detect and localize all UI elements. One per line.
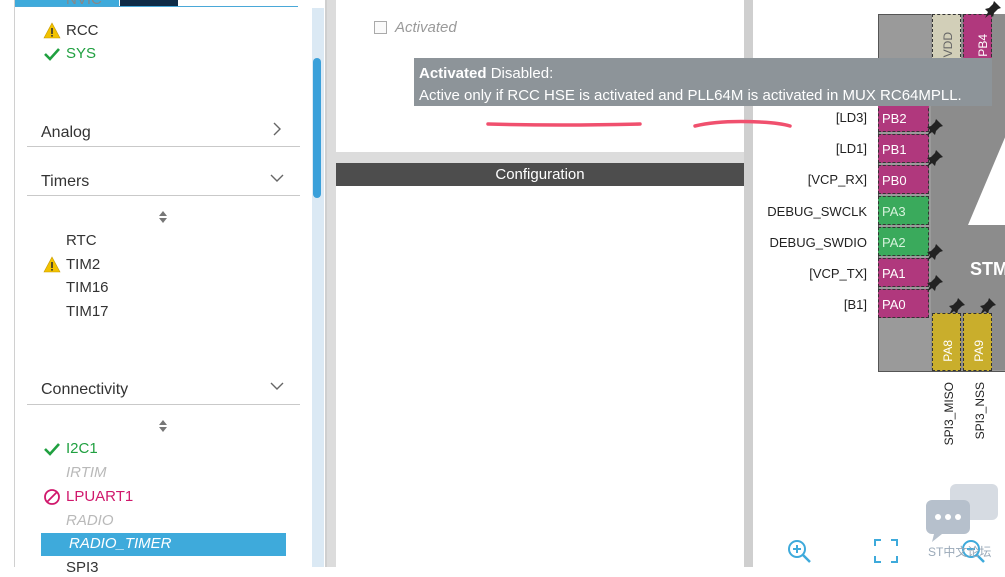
sort-icon[interactable]: [157, 419, 169, 433]
list-item-rcc[interactable]: RCC: [66, 22, 99, 40]
pin-pa2[interactable]: PA2: [878, 227, 929, 256]
pin-pa0-signal: [B1]: [843, 297, 867, 312]
category-divider: [27, 195, 300, 196]
pin-pb4-label: PB4: [976, 34, 990, 57]
list-item-irtim[interactable]: IRTIM: [66, 464, 107, 482]
list-item-nvic[interactable]: NVIC: [66, 0, 102, 9]
sort-icon[interactable]: [157, 210, 169, 224]
pushpin-icon: [927, 275, 943, 292]
pin-pa9-signal: SPI3_NSS: [973, 382, 987, 440]
tooltip-state: Disabled:: [486, 65, 554, 82]
list-item-tim16[interactable]: TIM16: [66, 279, 109, 297]
category-divider: [27, 146, 300, 147]
list-item-radio-timer[interactable]: RADIO_TIMER: [69, 535, 172, 553]
tab-underline: [15, 6, 298, 7]
list-item-radio[interactable]: RADIO: [66, 512, 114, 530]
scrollbar-thumb[interactable]: [313, 58, 321, 198]
pin-pa9-label: PA9: [972, 340, 986, 362]
activated-label: Activated: [395, 19, 457, 36]
list-item-lpuart1[interactable]: LPUART1: [66, 488, 133, 506]
tooltip-title: Activated: [419, 65, 487, 82]
zoom-in-icon[interactable]: [786, 538, 812, 564]
check-icon: [44, 443, 60, 456]
category-connectivity[interactable]: Connectivity: [41, 381, 128, 399]
category-divider: [27, 404, 300, 405]
chevron-right-icon[interactable]: [270, 122, 284, 136]
chevron-down-icon[interactable]: [270, 379, 284, 393]
pin-pb0[interactable]: PB0: [878, 165, 929, 194]
category-analog[interactable]: Analog: [41, 124, 91, 142]
pin-pa2-signal: DEBUG_SWDIO: [769, 235, 867, 250]
pin-pb2[interactable]: PB2: [878, 103, 929, 132]
pin-pb1-signal: [LD1]: [835, 141, 867, 156]
pushpin-icon: [985, 1, 1001, 18]
pin-pb0-signal: [VCP_RX]: [807, 172, 867, 187]
list-item-i2c1[interactable]: I2C1: [66, 440, 98, 458]
st-logo-icon: [968, 137, 1005, 225]
activated-checkbox[interactable]: [374, 21, 387, 34]
chip-name: STM: [970, 259, 1005, 279]
pin-pa0[interactable]: PA0: [878, 289, 929, 318]
list-item-spi3[interactable]: SPI3: [66, 559, 99, 577]
pushpin-icon: [927, 119, 943, 136]
fit-screen-icon[interactable]: [873, 538, 899, 564]
list-item-tim2[interactable]: TIM2: [66, 256, 100, 274]
pin-pb1[interactable]: PB1: [878, 134, 929, 163]
tooltip-message: Active only if RCC HSE is activated and …: [419, 87, 962, 104]
pin-pa3-signal: DEBUG_SWCLK: [767, 204, 867, 219]
list-item-tim17[interactable]: TIM17: [66, 303, 109, 321]
check-icon: [44, 48, 60, 61]
pin-pa8-label: PA8: [941, 340, 955, 362]
blocked-icon: [44, 489, 60, 505]
pushpin-icon: [927, 150, 943, 167]
configuration-box: [336, 186, 744, 567]
category-panel: NVIC RCC SYS Analog Timers RTC TIM2 TIM1…: [0, 0, 327, 576]
list-item-sys[interactable]: SYS: [66, 45, 96, 63]
pushpin-icon: [927, 244, 943, 261]
pin-pb2-signal: [LD3]: [835, 110, 867, 125]
warning-icon: [43, 22, 61, 39]
annotation-underline: [486, 119, 792, 128]
configuration-header: Configuration: [336, 163, 744, 186]
pin-pa8-signal: SPI3_MISO: [942, 382, 956, 446]
panel-edge: [14, 0, 15, 567]
pin-pa1[interactable]: PA1: [878, 258, 929, 287]
chat-bubbles-icon: [926, 484, 998, 542]
warning-icon: [43, 256, 61, 273]
tooltip: Activated Disabled: Active only if RCC H…: [414, 58, 992, 106]
pin-vdd-label: VDD: [941, 32, 955, 58]
pin-pa3[interactable]: PA3: [878, 196, 929, 225]
watermark-text: ST中文论坛: [928, 545, 992, 559]
category-timers[interactable]: Timers: [41, 173, 89, 191]
list-item-rtc[interactable]: RTC: [66, 232, 97, 250]
pin-pa1-signal: [VCP_TX]: [809, 266, 867, 281]
chevron-down-icon[interactable]: [270, 171, 284, 185]
